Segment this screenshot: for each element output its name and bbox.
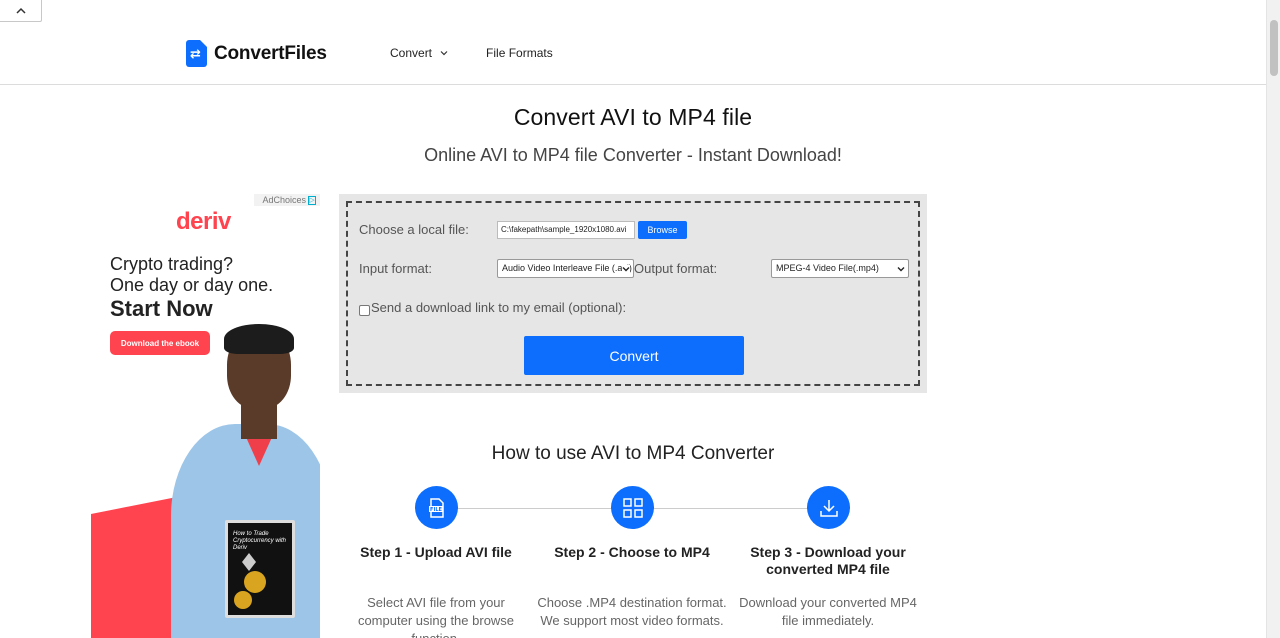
step-2-icon-badge — [611, 486, 654, 529]
ad-brand: deriv — [176, 208, 231, 235]
step-1-title: Step 1 - Upload AVI file — [360, 544, 512, 560]
step-3-text: Download your converted MP4 file immedia… — [739, 595, 917, 628]
ad-choices[interactable]: AdChoices ▷ — [254, 194, 320, 206]
nav-file-formats[interactable]: File Formats — [486, 46, 553, 60]
convert-button[interactable]: Convert — [524, 336, 744, 375]
nav-convert[interactable]: Convert — [390, 46, 448, 60]
nav-convert-label: Convert — [390, 46, 433, 60]
bitcoin-icon — [244, 571, 266, 593]
step-1-text: Select AVI file from your computer using… — [357, 595, 515, 638]
ad-headline-2: One day or day one. — [110, 275, 274, 295]
howto-title: How to use AVI to MP4 Converter — [491, 443, 775, 464]
ad-headline-1: Crypto trading? — [110, 254, 234, 274]
file-icon: FILE — [428, 497, 444, 518]
output-format-value: MPEG-4 Video File(.mp4) — [776, 263, 879, 273]
file-label: Choose a local file: — [359, 222, 469, 237]
svg-text:FILE: FILE — [430, 507, 442, 513]
site-header: ⇄ ConvertFiles Convert File Formats — [0, 0, 1266, 85]
email-checkbox[interactable] — [359, 305, 370, 316]
ad-choices-icon: ▷ — [308, 195, 316, 205]
ad-ebook-title: How to Trade Cryptocurrency with Deriv — [233, 531, 287, 551]
step-3-icon-badge — [807, 486, 850, 529]
converter-form: Choose a local file: C:\fakepath\sample_… — [346, 201, 920, 386]
ad-headline-3: Start Now — [110, 296, 213, 321]
chevron-down-icon — [622, 265, 630, 273]
coin-icon — [234, 591, 252, 609]
advertisement[interactable]: AdChoices ▷ deriv Crypto trading? One da… — [91, 194, 320, 638]
browse-button[interactable]: Browse — [638, 221, 687, 239]
download-icon — [819, 499, 838, 517]
email-label[interactable]: Send a download link to my email (option… — [371, 300, 626, 315]
ad-cta-button[interactable]: Download the ebook — [110, 331, 210, 355]
output-format-select[interactable]: MPEG-4 Video File(.mp4) — [771, 259, 909, 278]
page-title: Convert AVI to MP4 file — [513, 104, 753, 130]
ethereum-icon — [242, 553, 256, 571]
logo-icon: ⇄ — [186, 40, 207, 67]
nav-file-formats-label: File Formats — [486, 46, 553, 60]
page-scrollbar[interactable] — [1266, 0, 1280, 638]
input-format-select[interactable]: Audio Video Interleave File (.avi) — [497, 259, 634, 278]
main-nav: Convert File Formats — [390, 46, 553, 60]
chevron-down-icon — [440, 51, 448, 56]
ad-person-hair — [224, 324, 294, 354]
logo-text: ConvertFiles — [214, 42, 327, 64]
step-3-title: Step 3 - Download your converted MP4 fil… — [750, 544, 906, 577]
output-format-label: Output format: — [634, 261, 718, 276]
input-format-label: Input format: — [359, 261, 432, 276]
page-subtitle: Online AVI to MP4 file Converter - Insta… — [424, 145, 842, 165]
logo[interactable]: ⇄ ConvertFiles — [186, 40, 327, 67]
step-2-title: Step 2 - Choose to MP4 — [554, 544, 710, 560]
chevron-down-icon — [897, 267, 905, 272]
ad-choices-label: AdChoices — [262, 195, 306, 205]
step-2-text: Choose .MP4 destination format. We suppo… — [537, 595, 727, 628]
ad-ebook: How to Trade Cryptocurrency with Deriv — [225, 520, 295, 618]
input-format-value: Audio Video Interleave File (.avi) — [502, 263, 632, 273]
grid-icon — [622, 497, 643, 518]
step-1-icon-badge: FILE — [415, 486, 458, 529]
file-input[interactable]: C:\fakepath\sample_1920x1080.avi — [497, 221, 635, 239]
converter-panel: Choose a local file: C:\fakepath\sample_… — [339, 194, 927, 393]
scrollbar-thumb[interactable] — [1270, 20, 1278, 76]
